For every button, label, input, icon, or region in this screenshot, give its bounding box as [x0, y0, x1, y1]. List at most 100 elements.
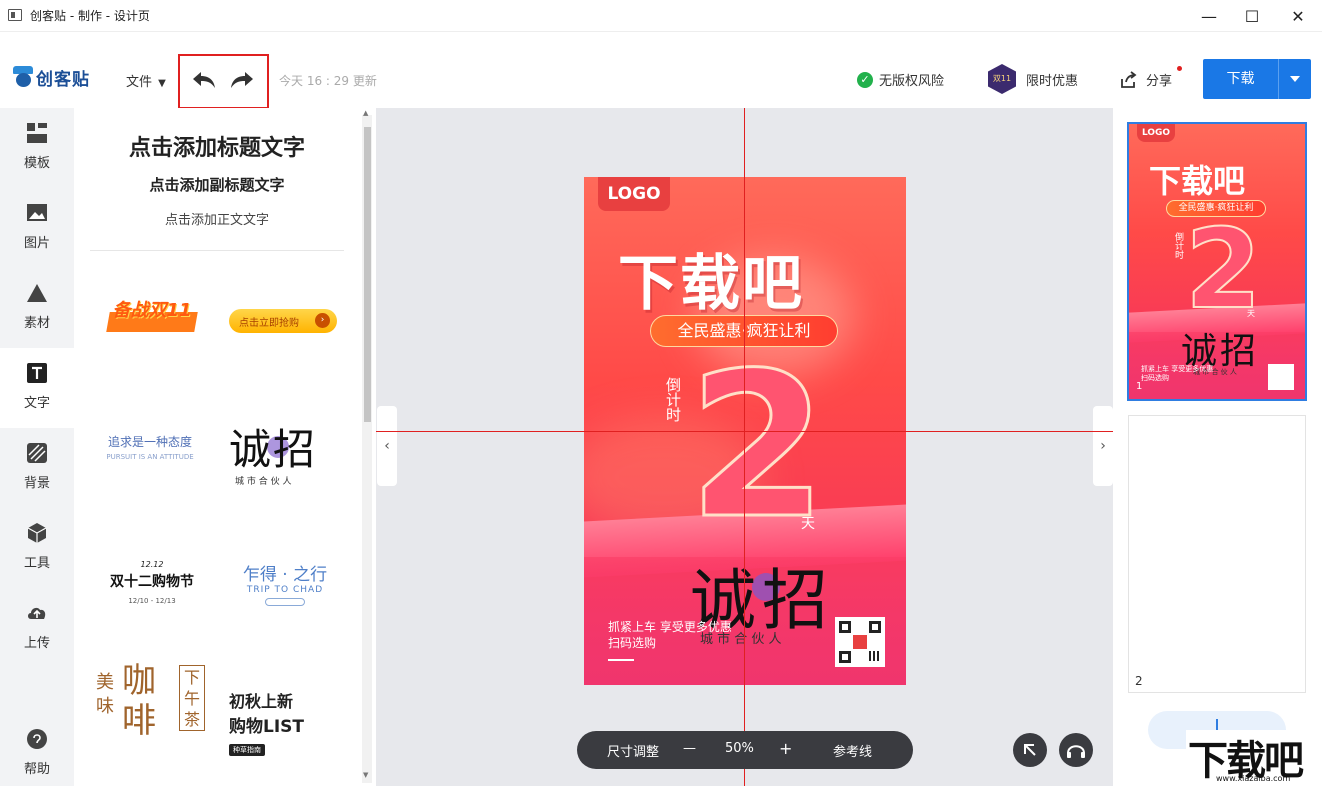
- text-template-7[interactable]: 美味 咖啡 下午茶: [92, 661, 212, 771]
- app-icon: [8, 9, 22, 21]
- text-template-4[interactable]: 诚招 城 市 合 伙 人: [229, 416, 339, 488]
- zoom-level[interactable]: 50%: [725, 741, 754, 756]
- poster-countdown-label[interactable]: 倒计时: [664, 377, 682, 422]
- page-number: 1: [1136, 381, 1143, 392]
- sidebar-item-label: 上传: [23, 636, 50, 651]
- horizontal-guide-line[interactable]: [376, 431, 1113, 432]
- watermark-logo: 下载吧 www.xiazaiba.com: [1186, 730, 1322, 786]
- text-template-6[interactable]: 乍得 · 之行 TRIP TO CHAD: [237, 560, 333, 612]
- limited-offer-label: 限时优惠: [1026, 73, 1079, 89]
- scroll-down-icon[interactable]: ▼: [363, 771, 368, 779]
- chevron-right-icon: ›: [1100, 438, 1106, 454]
- text-panel: 点击添加标题文字 点击添加副标题文字 点击添加正文文字 备战双11 点击立即抢购…: [74, 108, 376, 786]
- text-template-3[interactable]: 追求是一种态度 PURSUIT IS AN ATTITUDE: [100, 433, 200, 473]
- share-icon: [1121, 70, 1137, 88]
- thumb-qr: [1268, 364, 1294, 390]
- text-template-2[interactable]: 点击立即抢购 ›: [229, 309, 337, 333]
- share-button[interactable]: 分享: [1120, 66, 1182, 89]
- caret-down-icon: ▼: [158, 78, 166, 89]
- check-circle-icon: ✓: [857, 71, 873, 88]
- arrow-right-icon: ›: [315, 313, 330, 328]
- vertical-guide-line[interactable]: [744, 108, 745, 786]
- template-text: 乍得 · 之行: [242, 565, 328, 585]
- sidebar-item-background[interactable]: 背景: [0, 428, 74, 508]
- template-text: 12/10 - 12/13: [128, 597, 176, 605]
- poster-footer-line2[interactable]: 扫码选购: [608, 634, 656, 651]
- headset-icon: [1067, 745, 1085, 758]
- sidebar-item-template[interactable]: 模板: [0, 108, 74, 188]
- minimize-button[interactable]: —: [1186, 0, 1232, 32]
- logo-text: 创客贴: [36, 69, 90, 90]
- template-icon: [27, 123, 47, 143]
- back-to-top-button[interactable]: [1013, 733, 1047, 767]
- download-options-chevron-icon[interactable]: [1290, 76, 1300, 82]
- sidebar-item-help[interactable]: 帮助: [0, 714, 74, 794]
- sidebar-item-label: 工具: [23, 556, 50, 571]
- sidebar-item-label: 模板: [23, 156, 50, 171]
- zoom-bar: 尺寸调整 — 50% + 参考线: [577, 731, 913, 769]
- file-menu[interactable]: 文件 ▼: [126, 71, 166, 90]
- size-adjust-button[interactable]: 尺寸调整: [607, 741, 659, 760]
- guides-button[interactable]: 参考线: [833, 741, 872, 760]
- scrollbar-thumb[interactable]: [364, 127, 371, 422]
- redo-button[interactable]: [229, 70, 255, 90]
- logo-mascot-icon: [12, 64, 34, 90]
- template-text: 追求是一种态度: [107, 435, 192, 449]
- close-button[interactable]: ✕: [1275, 0, 1321, 32]
- page-thumbnail-2[interactable]: 2: [1128, 415, 1306, 693]
- background-icon: [27, 443, 47, 463]
- customer-service-button[interactable]: [1059, 733, 1093, 767]
- app-logo[interactable]: 创客贴: [12, 64, 90, 90]
- limited-offer[interactable]: 双11 限时优惠: [988, 64, 1078, 94]
- page-thumbnail-1[interactable]: LOGO 下载吧 全民盛惠·疯狂让利 倒计时 2 天 诚招 城 市 合 伙 人 …: [1127, 122, 1307, 401]
- poster-headline[interactable]: 下载吧: [618, 235, 804, 322]
- sidebar-item-label: 帮助: [23, 762, 50, 777]
- collapse-right-panel-button[interactable]: ›: [1093, 406, 1113, 486]
- poster-logo[interactable]: LOGO: [598, 177, 670, 211]
- template-text: 种草指南: [229, 744, 265, 756]
- copyright-status[interactable]: ✓ 无版权风险: [857, 70, 944, 89]
- add-body-text[interactable]: 点击添加正文文字: [90, 209, 344, 228]
- add-subtitle-text[interactable]: 点击添加副标题文字: [90, 174, 344, 195]
- text-template-5[interactable]: 12.12 双十二购物节 12/10 - 12/13: [96, 560, 208, 612]
- maximize-button[interactable]: ☐: [1229, 0, 1275, 32]
- arrow-up-left-icon: [1024, 744, 1036, 756]
- download-label: 下载: [1226, 71, 1255, 87]
- template-text: 下午茶: [179, 665, 205, 731]
- zoom-out-button[interactable]: —: [683, 741, 696, 756]
- zoom-in-button[interactable]: +: [779, 739, 792, 758]
- undo-icon: [193, 72, 215, 88]
- title-bar: 创客贴 - 制作 - 设计页 — ☐ ✕: [0, 0, 1322, 32]
- thumbnail-poster: LOGO 下载吧 全民盛惠·疯狂让利 倒计时 2 天 诚招 城 市 合 伙 人 …: [1129, 124, 1305, 399]
- help-icon: [27, 729, 47, 749]
- add-title-text[interactable]: 点击添加标题文字: [90, 130, 344, 162]
- sidebar-item-tools[interactable]: 工具: [0, 508, 74, 588]
- sidebar-item-elements[interactable]: 素材: [0, 268, 74, 348]
- scroll-up-icon[interactable]: ▲: [363, 109, 368, 117]
- sidebar-item-image[interactable]: 图片: [0, 188, 74, 268]
- template-text: 城 市 合 伙 人: [235, 477, 292, 487]
- left-sidebar: 模板 图片 素材 文字 背景 工具 上传 帮助: [0, 108, 74, 786]
- template-text: 备战双11: [112, 300, 192, 321]
- collapse-left-panel-button[interactable]: ‹: [377, 406, 397, 486]
- watermark-url: www.xiazaiba.com: [1216, 774, 1291, 783]
- download-button[interactable]: 下载: [1203, 59, 1311, 99]
- copyright-status-label: 无版权风险: [879, 74, 945, 89]
- chevron-left-icon: ‹: [384, 438, 390, 454]
- text-template-1[interactable]: 备战双11: [104, 296, 200, 342]
- text-template-8[interactable]: 初秋上新 购物LIST 种草指南: [229, 688, 329, 756]
- template-text: 双十二购物节: [110, 574, 194, 590]
- sidebar-item-text[interactable]: 文字: [0, 348, 74, 428]
- panel-scrollbar[interactable]: ▲ ▼: [362, 109, 372, 783]
- poster-qr-code[interactable]: [835, 617, 885, 667]
- shapes-icon: [27, 284, 47, 302]
- template-text: 诚招: [229, 425, 318, 474]
- sidebar-item-upload[interactable]: 上传: [0, 588, 74, 668]
- poster-footer-line1[interactable]: 抓紧上车 享受更多优惠: [608, 618, 732, 635]
- template-text: 点击立即抢购: [239, 318, 299, 329]
- poster-unit[interactable]: 天: [801, 513, 815, 533]
- undo-button[interactable]: [191, 70, 217, 90]
- notification-dot: [1177, 66, 1182, 71]
- template-text: 咖啡: [122, 661, 156, 741]
- window-title: 创客贴 - 制作 - 设计页: [30, 9, 150, 23]
